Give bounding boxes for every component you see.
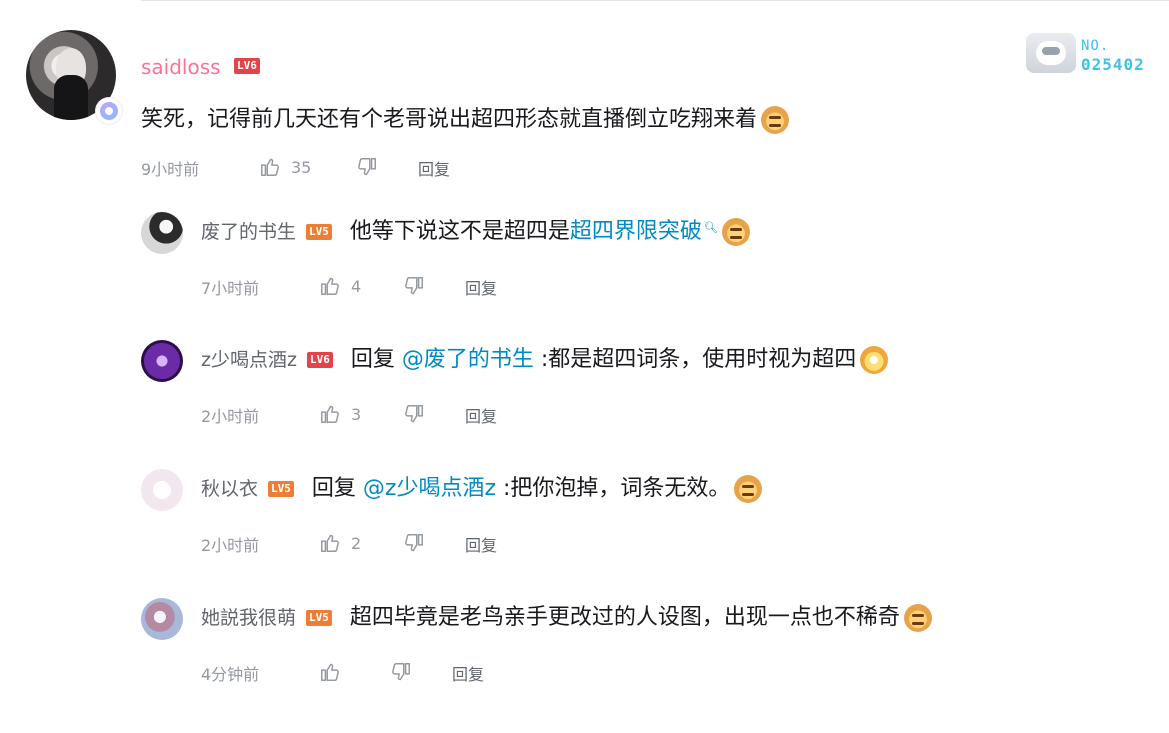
pendant-no-label: NO. xyxy=(1081,38,1110,54)
comment-pendant-icon xyxy=(1026,33,1076,73)
reply-dislike[interactable] xyxy=(403,403,425,425)
reply-username[interactable]: 废了的书生 xyxy=(201,220,296,244)
reply-text: 他等下说这不是超四是超四界限突破 🔍︎ xyxy=(350,216,750,248)
main-comment-text: 笑死，记得前几天还有个老哥说出超四形态就直播倒立吃翔来着 xyxy=(141,104,790,136)
reply-like-count: 4 xyxy=(351,276,362,296)
mention-link[interactable]: @z少喝点酒z xyxy=(363,476,496,501)
avatar-body-shape xyxy=(54,75,88,120)
reply-dislike[interactable] xyxy=(390,661,412,683)
reply-time: 2小时前 xyxy=(201,536,260,555)
reply-reply-button[interactable]: 回复 xyxy=(465,275,497,299)
reply-text: 回复 @废了的书生 :都是超四词条，使用时视为超四 xyxy=(350,344,889,376)
reply-row-2: z少喝点酒z LV6 回复 @废了的书生 :都是超四词条，使用时视为超四 xyxy=(201,344,889,376)
reply-reply-button[interactable]: 回复 xyxy=(465,403,497,427)
pendant-id: 025402 xyxy=(1081,55,1145,74)
reply-row-3: 秋以衣 LV5 回复 @z少喝点酒z :把你泡掉，词条无效。 xyxy=(201,473,763,505)
dislike-thumb-icon[interactable] xyxy=(403,403,425,425)
reply-avatar[interactable] xyxy=(141,212,183,254)
mention-link[interactable]: @废了的书生 xyxy=(402,347,534,372)
main-comment-meta: 9小时前 xyxy=(141,156,199,180)
reply-username[interactable]: z少喝点酒z xyxy=(201,348,297,372)
doge-emoji-icon xyxy=(721,218,750,246)
doge-emoji-icon xyxy=(761,106,790,134)
main-comment-time: 9小时前 xyxy=(141,160,200,179)
reply-like-count: 3 xyxy=(351,404,362,424)
reply-dislike[interactable] xyxy=(403,532,425,554)
reply-text: 回复 @z少喝点酒z :把你泡掉，词条无效。 xyxy=(312,473,763,505)
reply-like[interactable] xyxy=(319,661,341,683)
reply-text-content: 超四毕竟是老鸟亲手更改过的人设图，出现一点也不稀奇 xyxy=(349,605,900,630)
dislike-thumb-icon[interactable] xyxy=(356,156,378,178)
reply-reply-label[interactable]: 回复 xyxy=(452,661,484,685)
reply-meta: 4分钟前 xyxy=(201,661,259,685)
reply-time: 7小时前 xyxy=(201,279,260,298)
doge-emoji-icon xyxy=(734,475,763,503)
reply-time: 2小时前 xyxy=(201,407,260,426)
dislike-thumb-icon[interactable] xyxy=(403,275,425,297)
reply-prefix: 回复 xyxy=(311,476,356,501)
reply-text-content: :把你泡掉，词条无效。 xyxy=(503,476,731,501)
reply-level-badge: LV6 xyxy=(306,352,333,368)
reply-like[interactable]: 4 xyxy=(319,275,361,297)
doge-emoji-icon xyxy=(903,604,932,632)
reply-avatar[interactable] xyxy=(141,598,183,640)
main-comment-reply-label[interactable]: 回复 xyxy=(418,156,450,180)
dislike-thumb-icon[interactable] xyxy=(403,532,425,554)
search-icon[interactable]: 🔍︎ xyxy=(704,221,718,234)
reply-row-4: 她説我很萌 LV5 超四毕竟是老鸟亲手更改过的人设图，出现一点也不稀奇 xyxy=(201,602,932,634)
reply-like[interactable]: 3 xyxy=(319,403,361,425)
main-comment-text-content: 笑死，记得前几天还有个老哥说出超四形态就直播倒立吃翔来着 xyxy=(141,107,758,132)
reply-prefix: 回复 xyxy=(350,347,395,372)
like-thumb-icon[interactable] xyxy=(319,532,341,554)
reply-like[interactable]: 2 xyxy=(319,532,361,554)
reply-level-badge: LV5 xyxy=(306,610,332,626)
reply-text: 超四毕竟是老鸟亲手更改过的人设图，出现一点也不稀奇 xyxy=(350,602,932,634)
reply-meta: 7小时前 xyxy=(201,275,259,299)
reply-avatar[interactable] xyxy=(141,340,183,382)
like-thumb-icon[interactable] xyxy=(319,275,341,297)
reply-reply-label[interactable]: 回复 xyxy=(465,275,497,299)
reply-reply-label[interactable]: 回复 xyxy=(465,403,497,427)
top-divider xyxy=(141,0,1169,1)
reply-level-badge: LV5 xyxy=(268,481,294,497)
vip-badge-icon xyxy=(96,98,122,124)
reply-meta: 2小时前 xyxy=(201,403,259,427)
reply-like-count: 2 xyxy=(351,533,362,553)
reply-time: 4分钟前 xyxy=(201,665,260,684)
reply-meta: 2小时前 xyxy=(201,532,259,556)
reply-text-content: :都是超四词条，使用时视为超四 xyxy=(540,347,857,372)
reply-username[interactable]: 她説我很萌 xyxy=(201,606,296,630)
surprised-emoji-icon xyxy=(860,346,889,374)
reply-row-1: 废了的书生 LV5 他等下说这不是超四是超四界限突破 🔍︎ xyxy=(201,216,750,248)
like-thumb-icon[interactable] xyxy=(259,156,281,178)
main-comment-level-badge: LV6 xyxy=(234,58,260,74)
main-comment-like[interactable]: 35 xyxy=(259,156,311,178)
main-comment-dislike[interactable] xyxy=(356,156,378,178)
reply-dislike[interactable] xyxy=(403,275,425,297)
main-comment-reply-button[interactable]: 回复 xyxy=(418,156,450,180)
like-thumb-icon[interactable] xyxy=(319,403,341,425)
reply-text-content: 他等下说这不是超四是 xyxy=(349,219,570,244)
main-comment-like-count: 35 xyxy=(291,157,312,177)
reply-reply-button[interactable]: 回复 xyxy=(452,661,484,685)
like-thumb-icon[interactable] xyxy=(319,661,341,683)
reply-reply-label[interactable]: 回复 xyxy=(465,532,497,556)
tag-link[interactable]: 超四界限突破 xyxy=(570,219,702,244)
main-comment-username[interactable]: saidloss xyxy=(141,55,221,79)
dislike-thumb-icon[interactable] xyxy=(390,661,412,683)
reply-username[interactable]: 秋以衣 xyxy=(201,477,258,501)
reply-avatar[interactable] xyxy=(141,469,183,511)
reply-level-badge: LV5 xyxy=(306,224,332,240)
reply-reply-button[interactable]: 回复 xyxy=(465,532,497,556)
